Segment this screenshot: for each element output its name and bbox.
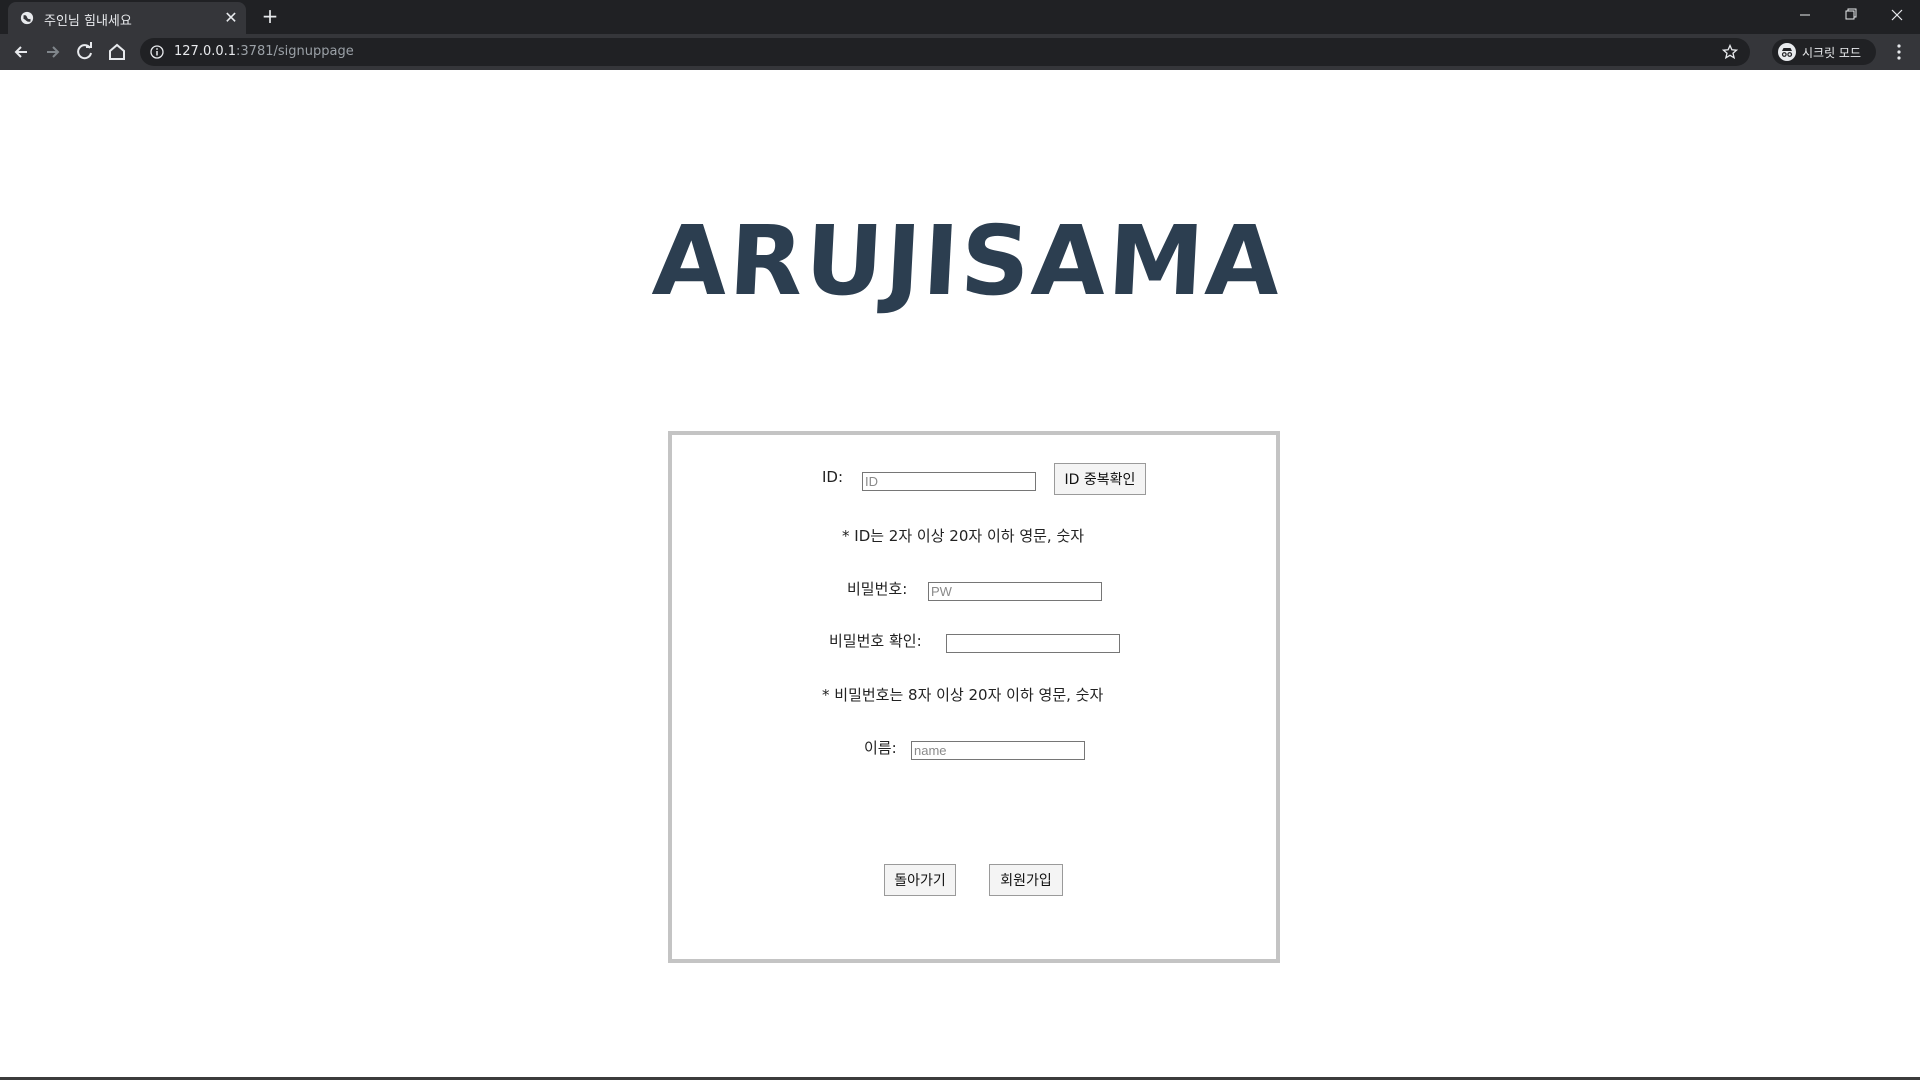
- incognito-indicator[interactable]: 시크릿 모드: [1772, 39, 1876, 65]
- globe-icon: [20, 11, 34, 25]
- browser-toolbar: 127.0.0.1:3781/signuppage 시크릿 모드: [0, 34, 1920, 70]
- incognito-icon: [1778, 43, 1796, 61]
- incognito-label: 시크릿 모드: [1802, 46, 1862, 60]
- tab-close-icon[interactable]: ✕: [222, 9, 240, 27]
- minimize-icon: [1800, 14, 1810, 16]
- password-confirm-input[interactable]: [946, 634, 1120, 653]
- new-tab-button[interactable]: +: [258, 4, 282, 28]
- forward-nav-button[interactable]: [40, 39, 66, 65]
- back-nav-button[interactable]: [8, 39, 34, 65]
- password-input[interactable]: [928, 582, 1102, 601]
- browser-tab[interactable]: 주인님 힘내세요 ✕: [8, 2, 246, 34]
- name-input[interactable]: [911, 741, 1085, 760]
- close-window-button[interactable]: [1874, 0, 1920, 30]
- reload-icon: [77, 42, 92, 60]
- url-path: :3781/signuppage: [236, 44, 354, 59]
- browser-tab-strip: 주인님 힘내세요 ✕ +: [0, 0, 1920, 34]
- password-confirm-label: 비밀번호 확인:: [829, 632, 922, 650]
- id-duplicate-check-button[interactable]: ID 중복확인: [1054, 463, 1146, 495]
- home-icon: [109, 43, 125, 60]
- back-button[interactable]: 돌아가기: [884, 864, 956, 896]
- id-hint: * ID는 2자 이상 20자 이하 영문, 숫자: [842, 527, 1085, 545]
- arrow-left-icon: [14, 46, 27, 58]
- name-label: 이름:: [864, 739, 897, 757]
- password-label: 비밀번호:: [847, 580, 908, 598]
- star-icon[interactable]: [1722, 44, 1738, 60]
- arrow-right-icon: [47, 46, 60, 58]
- close-icon: [1891, 9, 1903, 21]
- id-input[interactable]: [862, 472, 1036, 491]
- site-logo: ARUJISAMA: [650, 205, 1285, 317]
- restore-button[interactable]: [1828, 0, 1874, 30]
- address-bar[interactable]: 127.0.0.1:3781/signuppage: [140, 38, 1750, 66]
- info-icon[interactable]: [150, 45, 164, 59]
- kebab-menu-icon: [1897, 44, 1901, 60]
- signup-button[interactable]: 회원가입: [989, 864, 1063, 896]
- url-text: 127.0.0.1:3781/signuppage: [174, 44, 354, 59]
- minimize-button[interactable]: [1782, 0, 1828, 30]
- browser-menu-button[interactable]: [1886, 39, 1912, 65]
- restore-icon: [1845, 8, 1857, 20]
- reload-button[interactable]: [72, 39, 98, 65]
- signup-form: ID: ID 중복확인 * ID는 2자 이상 20자 이하 영문, 숫자 비밀…: [668, 431, 1280, 963]
- id-label: ID:: [822, 468, 844, 486]
- password-hint: * 비밀번호는 8자 이상 20자 이하 영문, 숫자: [822, 686, 1104, 704]
- tab-title: 주인님 힘내세요: [44, 14, 132, 29]
- home-button[interactable]: [104, 39, 130, 65]
- url-host: 127.0.0.1: [174, 44, 237, 59]
